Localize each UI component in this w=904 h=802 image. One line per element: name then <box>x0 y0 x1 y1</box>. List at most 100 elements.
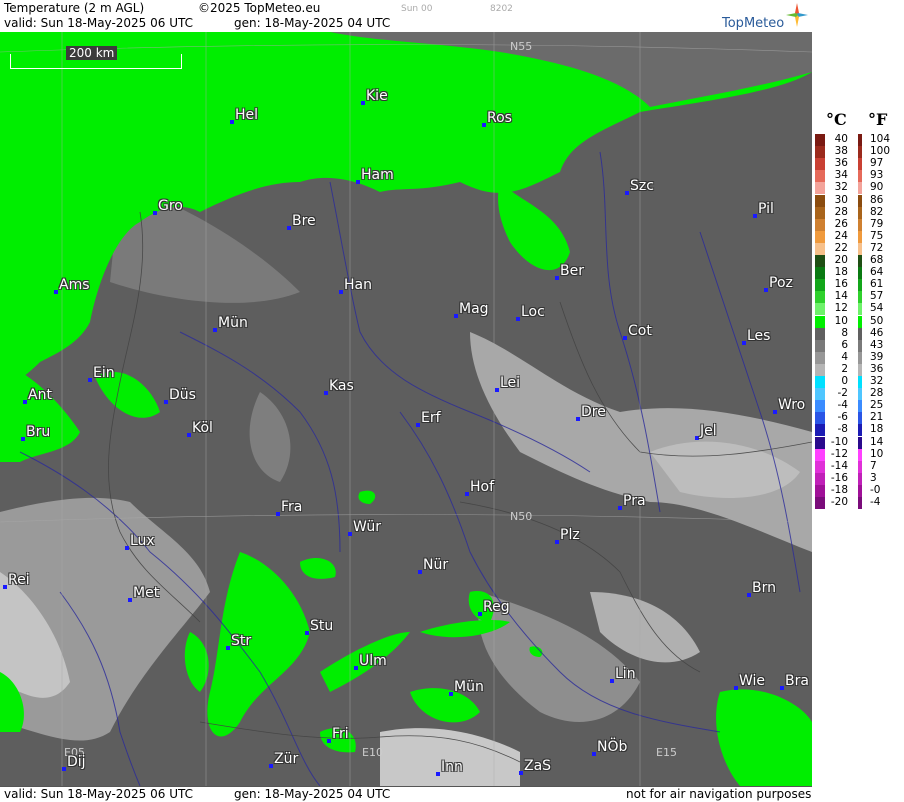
scale-bar: 200 km <box>10 46 182 69</box>
city-label: Bra <box>785 673 809 689</box>
legend-swatch-f <box>858 291 862 304</box>
legend-fahrenheit-label: 57 <box>870 290 884 303</box>
legend-celsius-label: -8 <box>837 423 848 436</box>
legend-swatch-f <box>858 424 862 437</box>
city-marker <box>226 646 230 650</box>
city-label: Bre <box>292 213 316 229</box>
legend-swatch-f <box>858 448 862 461</box>
city-marker <box>88 378 92 382</box>
city-label: Ber <box>560 263 584 279</box>
city-label: Köl <box>192 420 213 436</box>
legend-fahrenheit-label: 75 <box>870 229 884 242</box>
city-marker <box>747 593 751 597</box>
grid-label-e15: E15 <box>656 746 677 759</box>
legend-fahrenheit-label: 50 <box>870 314 884 327</box>
legend-swatch-f <box>858 412 862 425</box>
legend-swatch-f <box>858 315 862 328</box>
legend-swatch-f <box>858 376 862 388</box>
scale-bar-label: 200 km <box>66 46 118 60</box>
city-marker <box>153 211 157 215</box>
city-label: Han <box>344 277 372 293</box>
city-label: Wro <box>778 397 806 413</box>
city-marker <box>555 276 559 280</box>
city-label: Kas <box>329 378 354 394</box>
city-marker <box>516 317 520 321</box>
city-marker <box>327 739 331 743</box>
city-label: Dre <box>581 404 606 420</box>
city-marker <box>623 336 627 340</box>
legend-swatch-f <box>858 158 862 171</box>
footer: valid: Sun 18-May-2025 06 UTC gen: 18-Ma… <box>0 786 812 802</box>
grid-label-n55: N55 <box>510 40 533 53</box>
city-marker <box>23 400 27 404</box>
legend-swatch-f <box>858 460 862 473</box>
legend-celsius-label: -4 <box>837 399 848 412</box>
city-label: Wie <box>739 673 766 689</box>
legend-fahrenheit-label: 46 <box>870 326 884 339</box>
map-title: Temperature (2 m AGL) <box>4 1 145 15</box>
city-label: Düs <box>169 387 196 403</box>
city-marker <box>356 180 360 184</box>
legend-celsius-label: 16 <box>834 278 848 291</box>
city-label: Reg <box>483 599 510 615</box>
city-label: Brn <box>752 580 776 596</box>
temperature-map[interactable]: 200 km N55 N50 E05 E10 E15 Hel Kie Ros Ham S… <box>0 32 813 786</box>
temperature-legend: °C °F 40 104 38 100 36 97 34 93 32 90 30 86 28 82 26 79… <box>812 0 904 801</box>
city-label: Gro <box>158 198 183 214</box>
legend-fahrenheit-label: 86 <box>870 193 884 206</box>
legend-fahrenheit-label: 10 <box>870 447 884 460</box>
legend-fahrenheit-label: 21 <box>870 411 884 424</box>
legend-fahrenheit-label: 7 <box>870 459 877 472</box>
city-label: Wür <box>353 519 381 535</box>
city-label: Poz <box>769 275 793 291</box>
city-marker <box>361 101 365 105</box>
temperature-field <box>0 32 812 786</box>
city-marker <box>339 290 343 294</box>
city-marker <box>780 686 784 690</box>
city-marker <box>773 410 777 414</box>
legend-swatch-f <box>858 339 862 352</box>
legend-swatch-f <box>858 388 862 401</box>
legend-fahrenheit-label: 36 <box>870 362 884 375</box>
city-label: Ams <box>59 277 90 293</box>
legend-celsius-label: 24 <box>834 229 848 242</box>
legend-celsius-label: 28 <box>834 205 848 218</box>
legend-celsius-label: -6 <box>837 411 848 424</box>
legend-celsius-label: 12 <box>834 302 848 315</box>
city-label: Kie <box>366 88 388 104</box>
footer-generated-time: gen: 18-May-2025 04 UTC <box>234 787 391 801</box>
footer-valid-time: valid: Sun 18-May-2025 06 UTC <box>4 787 193 801</box>
city-marker <box>734 686 738 690</box>
city-marker <box>324 391 328 395</box>
legend-swatch-f <box>858 327 862 340</box>
city-label: NÖb <box>597 739 628 755</box>
city-marker <box>230 120 234 124</box>
legend-fahrenheit-label: 3 <box>870 471 877 484</box>
legend-celsius-label: -16 <box>830 471 848 484</box>
legend-fahrenheit-label: 93 <box>870 169 884 182</box>
city-label: Mag <box>459 301 489 317</box>
city-label: Ulm <box>359 653 387 669</box>
legend-fahrenheit-label: -0 <box>870 483 881 496</box>
run-code: Sun 00 <box>401 4 433 14</box>
legend-celsius-label: 14 <box>834 290 848 303</box>
legend-swatch-f <box>858 230 862 243</box>
city-label: Loc <box>521 304 545 320</box>
city-label: Str <box>231 633 252 649</box>
header: Temperature (2 m AGL) ©2025 TopMeteo.eu … <box>0 0 812 33</box>
legend-fahrenheit-label: 43 <box>870 338 884 351</box>
legend-fahrenheit-label: 39 <box>870 350 884 363</box>
city-marker <box>436 772 440 776</box>
legend-fahrenheit-label: 32 <box>870 375 884 387</box>
legend-celsius-label: -20 <box>830 496 848 508</box>
city-label: Inn <box>441 759 463 775</box>
city-marker <box>465 492 469 496</box>
city-marker <box>478 612 482 616</box>
city-label: Pil <box>758 201 774 217</box>
legend-celsius-label: 6 <box>841 338 848 351</box>
legend-swatch-f <box>858 206 862 219</box>
legend-swatch-f <box>858 255 862 267</box>
city-marker <box>62 767 66 771</box>
brand-name: TopMeteo <box>722 16 785 31</box>
city-marker <box>418 570 422 574</box>
